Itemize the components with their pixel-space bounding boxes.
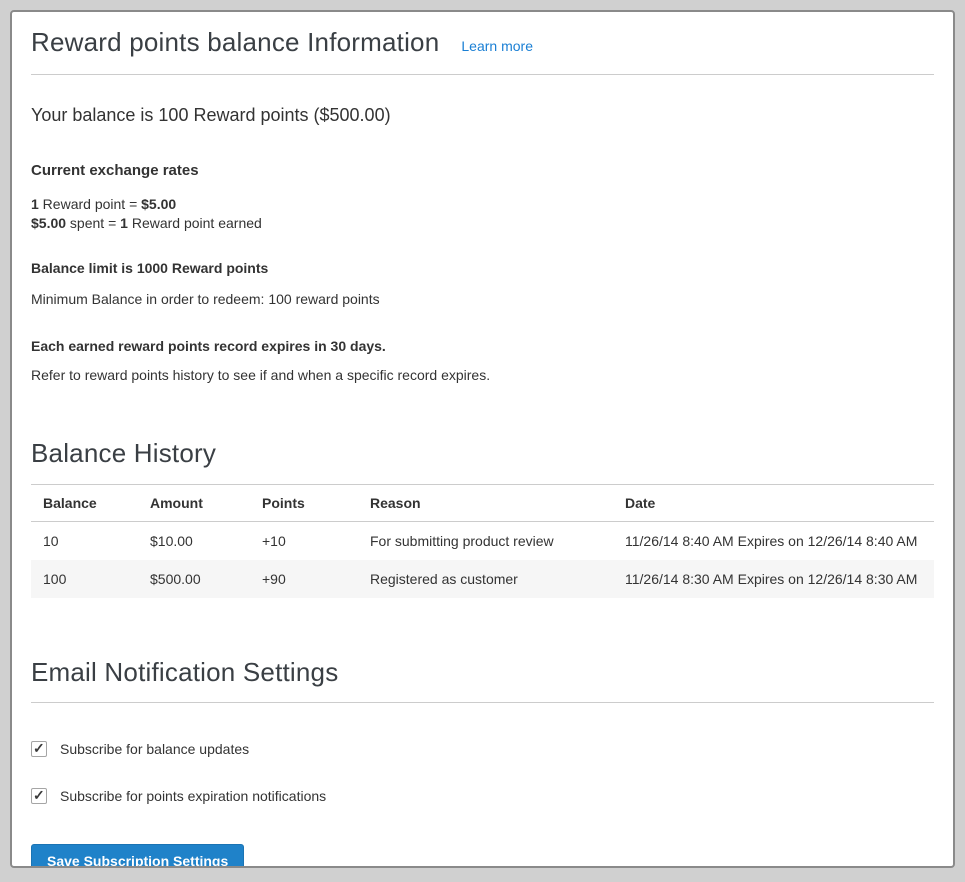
cell-balance: 10 (31, 522, 150, 561)
exchange-rates-heading: Current exchange rates (31, 161, 934, 181)
table-row: 10 $10.00 +10 For submitting product rev… (31, 522, 934, 561)
cell-balance: 100 (31, 560, 150, 598)
expiration-hint: Refer to reward points history to see if… (31, 366, 934, 385)
balance-updates-label[interactable]: Subscribe for balance updates (60, 741, 249, 757)
points-expiration-checkbox[interactable] (31, 788, 47, 804)
points-expiration-label[interactable]: Subscribe for points expiration notifica… (60, 788, 326, 804)
cell-amount: $500.00 (150, 560, 262, 598)
save-subscription-settings-button[interactable]: Save Subscription Settings (31, 844, 244, 868)
cell-reason: Registered as customer (370, 560, 625, 598)
subscribe-balance-updates-row: Subscribe for balance updates (31, 741, 934, 757)
column-header-reason: Reason (370, 485, 625, 522)
card-header: Reward points balance Information Learn … (31, 24, 934, 75)
minimum-balance-note: Minimum Balance in order to redeem: 100 … (31, 290, 934, 309)
table-row: 100 $500.00 +90 Registered as customer 1… (31, 560, 934, 598)
table-header-row: Balance Amount Points Reason Date (31, 485, 934, 522)
spend-rate-line: $5.00 spent = 1 Reward point earned (31, 215, 262, 231)
column-header-points: Points (262, 485, 370, 522)
reward-points-card: Reward points balance Information Learn … (10, 10, 955, 868)
balance-updates-checkbox[interactable] (31, 741, 47, 757)
cell-date: 11/26/14 8:30 AM Expires on 12/26/14 8:3… (625, 560, 934, 598)
column-header-amount: Amount (150, 485, 262, 522)
exchange-rate-lines: 1 Reward point = $5.00 $5.00 spent = 1 R… (31, 195, 934, 233)
balance-history-title: Balance History (31, 435, 934, 471)
cell-reason: For submitting product review (370, 522, 625, 561)
column-header-balance: Balance (31, 485, 150, 522)
balance-limit-note: Balance limit is 1000 Reward points (31, 259, 934, 278)
expiration-note: Each earned reward points record expires… (31, 337, 934, 356)
email-notification-settings-title: Email Notification Settings (31, 654, 934, 703)
balance-history-table: Balance Amount Points Reason Date 10 $10… (31, 484, 934, 598)
page-title: Reward points balance Information (31, 24, 439, 60)
column-header-date: Date (625, 485, 934, 522)
cell-points: +90 (262, 560, 370, 598)
page-background: { "header": { "title": "Reward points ba… (0, 0, 965, 882)
cell-amount: $10.00 (150, 522, 262, 561)
earn-rate-line: 1 Reward point = $5.00 (31, 196, 176, 212)
cell-points: +10 (262, 522, 370, 561)
subscribe-points-expiration-row: Subscribe for points expiration notifica… (31, 788, 934, 804)
learn-more-link[interactable]: Learn more (461, 38, 533, 54)
balance-summary: Your balance is 100 Reward points ($500.… (31, 103, 934, 127)
cell-date: 11/26/14 8:40 AM Expires on 12/26/14 8:4… (625, 522, 934, 561)
